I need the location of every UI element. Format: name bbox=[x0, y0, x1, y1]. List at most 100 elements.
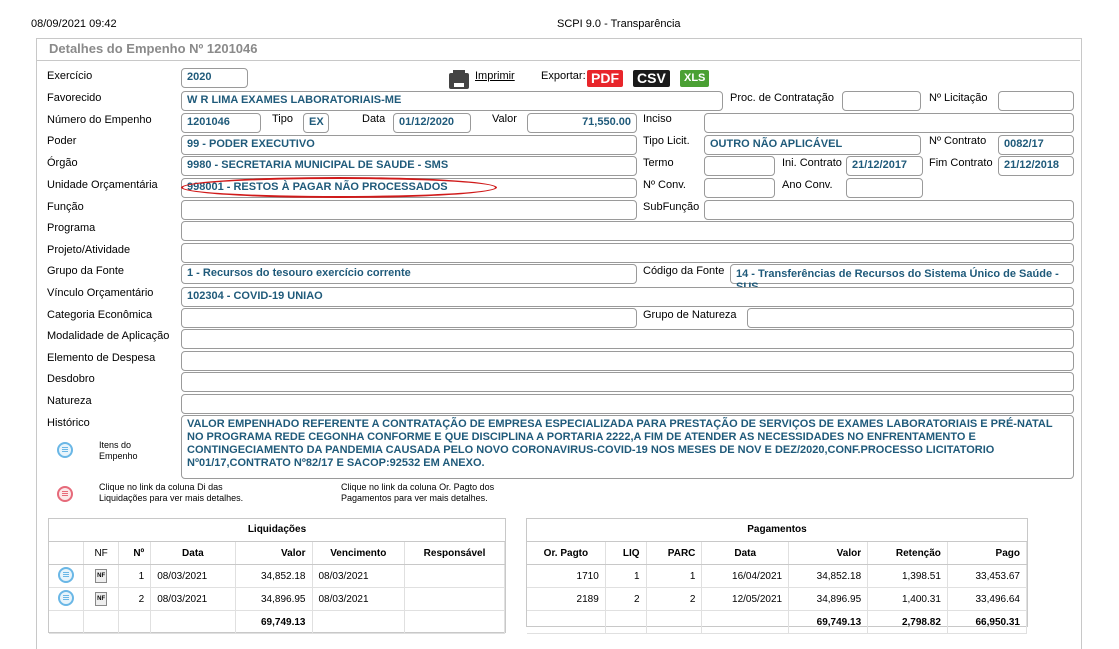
col-retencao: Retenção bbox=[867, 542, 948, 565]
export-csv-button[interactable]: CSV bbox=[633, 70, 670, 87]
or-pagto-link[interactable]: 2189 bbox=[527, 587, 606, 611]
export-xls-button[interactable]: XLS bbox=[680, 70, 710, 87]
col-or-pagto: Or. Pagto bbox=[527, 542, 606, 565]
pagamentos-total-valor: 69,749.13 bbox=[788, 610, 869, 634]
pagamentos-total-pago: 66,950.31 bbox=[947, 610, 1028, 634]
field-favorecido: W R LIMA EXAMES LABORATORIAIS-ME bbox=[181, 91, 723, 111]
export-label: Exportar: bbox=[541, 70, 586, 82]
label-n-contrato: Nº Contrato bbox=[929, 135, 987, 147]
list-icon bbox=[63, 571, 69, 573]
field-valor: 71,550.00 bbox=[527, 113, 637, 133]
field-vinculo: 102304 - COVID-19 UNIAO bbox=[181, 287, 1074, 307]
field-ini-contrato: 21/12/2017 bbox=[846, 156, 923, 176]
col-data: Data bbox=[150, 542, 236, 565]
field-n-conv bbox=[704, 178, 775, 198]
label-data: Data bbox=[362, 113, 386, 125]
field-ano-conv bbox=[846, 178, 923, 198]
label-vinculo: Vínculo Orçamentário bbox=[47, 287, 154, 299]
label-n-licitacao: Nº Licitação bbox=[929, 92, 988, 104]
label-ini-contrato: Ini. Contrato bbox=[782, 157, 842, 169]
col-nf: NF bbox=[83, 542, 120, 565]
field-data: 01/12/2020 bbox=[393, 113, 471, 133]
nf-document-icon[interactable]: NF bbox=[95, 569, 108, 583]
or-pagto-link[interactable]: 1710 bbox=[527, 564, 606, 588]
label-desdobro: Desdobro bbox=[47, 373, 95, 385]
timestamp: 08/09/2021 09:42 bbox=[31, 18, 117, 30]
itens-empenho-label: Itens do Empenho bbox=[99, 440, 138, 461]
field-termo bbox=[704, 156, 775, 176]
field-n-licitacao bbox=[998, 91, 1074, 111]
label-historico: Histórico bbox=[47, 417, 90, 429]
field-natureza bbox=[181, 394, 1074, 414]
field-categoria bbox=[181, 308, 637, 328]
label-programa: Programa bbox=[47, 222, 96, 234]
row-detail-button[interactable] bbox=[58, 589, 74, 606]
label-natureza: Natureza bbox=[47, 395, 92, 407]
liquidacoes-title: Liquidações bbox=[49, 519, 505, 542]
col-pago: Pago bbox=[947, 542, 1028, 565]
list-icon bbox=[62, 447, 68, 448]
field-n-contrato: 0082/17 bbox=[998, 135, 1074, 155]
table-row: NF 2 08/03/2021 34,896.95 08/03/2021 bbox=[49, 587, 505, 611]
field-modalidade bbox=[181, 329, 1074, 349]
print-label: Imprimir bbox=[475, 70, 515, 82]
export-pdf-button[interactable]: PDF bbox=[587, 70, 623, 87]
label-favorecido: Favorecido bbox=[47, 92, 102, 104]
label-funcao: Função bbox=[47, 201, 84, 213]
col-parc: PARC bbox=[646, 542, 703, 565]
field-fim-contrato: 21/12/2018 bbox=[998, 156, 1074, 176]
col-n: Nº bbox=[118, 542, 152, 565]
label-n-conv: Nº Conv. bbox=[643, 179, 686, 191]
label-poder: Poder bbox=[47, 135, 77, 147]
field-numero-empenho: 1201046 bbox=[181, 113, 261, 133]
table-total-row: 69,749.13 bbox=[49, 610, 505, 634]
label-unidade: Unidade Orçamentária bbox=[47, 179, 158, 191]
pagamentos-title: Pagamentos bbox=[527, 519, 1027, 542]
label-tipo: Tipo bbox=[272, 113, 293, 125]
field-inciso bbox=[704, 113, 1074, 133]
label-exercicio: Exercício bbox=[47, 70, 93, 82]
liquidacoes-note: Clique no link da coluna Di das Liquidaç… bbox=[99, 482, 244, 503]
pagamentos-table: Pagamentos Or. Pagto LIQ PARC Data Valor… bbox=[526, 518, 1028, 634]
label-categoria: Categoria Econômica bbox=[47, 309, 153, 321]
label-codigo-fonte: Código da Fonte bbox=[643, 265, 725, 277]
window-title: SCPI 9.0 - Transparência bbox=[557, 18, 681, 30]
col-icon bbox=[49, 542, 84, 565]
col-responsavel: Responsável bbox=[404, 542, 505, 565]
col-vencimento: Vencimento bbox=[312, 542, 406, 565]
col-data: Data bbox=[701, 542, 790, 565]
field-projeto bbox=[181, 243, 1074, 263]
label-elemento: Elemento de Despesa bbox=[47, 352, 156, 364]
table-total-row: 69,749.13 2,798.82 66,950.31 bbox=[527, 610, 1028, 634]
field-codigo-fonte: 14 - Transferências de Recursos do Siste… bbox=[730, 264, 1074, 293]
panel-title: Detalhes do Empenho Nº 1201046 bbox=[49, 41, 258, 56]
label-proc-contratacao: Proc. de Contratação bbox=[730, 92, 834, 104]
printer-icon bbox=[449, 70, 469, 89]
field-grupo-fonte: 1 - Recursos do tesouro exercício corren… bbox=[181, 264, 637, 284]
liquidacoes-table: Liquidações NF Nº Data Valor Vencimento … bbox=[48, 518, 506, 634]
panel-title-bar: Detalhes do Empenho Nº 1201046 bbox=[36, 38, 1080, 61]
field-grupo-natureza bbox=[747, 308, 1074, 328]
label-tipo-licit: Tipo Licit. bbox=[643, 135, 690, 147]
table-row: 1710 1 1 16/04/2021 34,852.18 1,398.51 3… bbox=[527, 564, 1028, 588]
row-detail-button[interactable] bbox=[58, 566, 74, 583]
field-elemento bbox=[181, 351, 1074, 371]
label-numero-empenho: Número do Empenho bbox=[47, 114, 152, 126]
label-modalidade: Modalidade de Aplicação bbox=[47, 330, 170, 342]
col-valor: Valor bbox=[235, 542, 313, 565]
highlight-ellipse bbox=[181, 177, 497, 198]
label-ano-conv: Ano Conv. bbox=[782, 179, 833, 191]
label-inciso: Inciso bbox=[643, 113, 672, 125]
label-fim-contrato: Fim Contrato bbox=[929, 157, 993, 169]
field-proc-contratacao bbox=[842, 91, 921, 111]
label-termo: Termo bbox=[643, 157, 674, 169]
field-tipo: EX bbox=[303, 113, 329, 133]
field-poder: 99 - PODER EXECUTIVO bbox=[181, 135, 637, 155]
itens-empenho-button[interactable] bbox=[57, 442, 73, 458]
label-grupo-fonte: Grupo da Fonte bbox=[47, 265, 125, 277]
nf-document-icon[interactable]: NF bbox=[95, 592, 108, 606]
info-red-icon bbox=[57, 486, 73, 502]
liquidacoes-total: 69,749.13 bbox=[235, 610, 313, 634]
label-projeto: Projeto/Atividade bbox=[47, 244, 131, 256]
label-valor: Valor bbox=[492, 113, 517, 125]
